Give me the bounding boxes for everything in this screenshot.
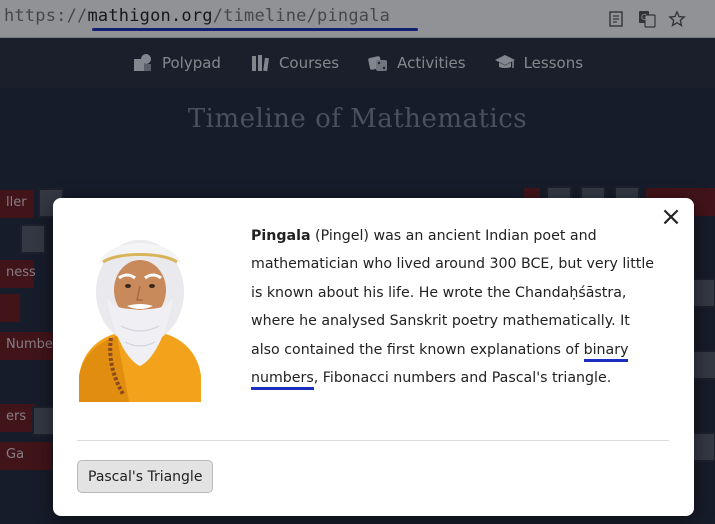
person-info-dialog: × Pingala (Pingel) was an ancient Indian… [53, 198, 694, 516]
person-name: Pingala [251, 228, 311, 244]
biography-text: Pingala (Pingel) was an ancient Indian p… [251, 222, 661, 392]
bio-text-part-2: , Fibonacci numbers and Pascal's triangl… [313, 370, 612, 387]
close-button[interactable]: × [660, 204, 682, 230]
pingala-portrait [77, 226, 203, 402]
bio-text-part-1: (Pingel) was an ancient Indian poet and … [251, 228, 655, 358]
pascals-triangle-button[interactable]: Pascal's Triangle [77, 460, 214, 493]
dialog-divider [77, 440, 669, 441]
